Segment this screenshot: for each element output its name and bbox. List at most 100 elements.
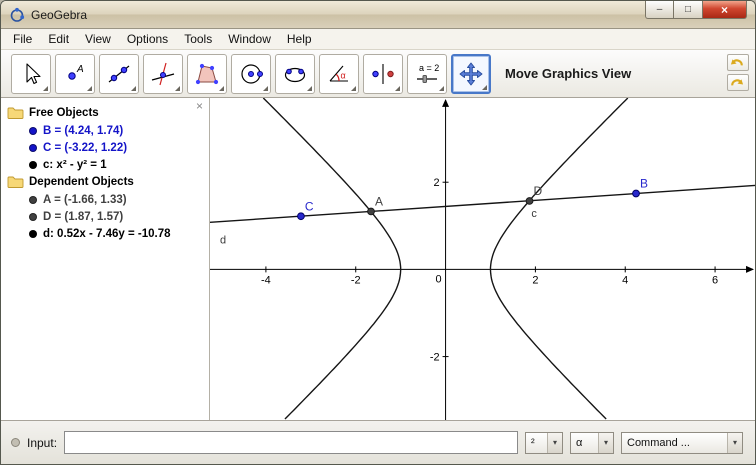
algebra-item-text: D = (1.87, 1.57): [43, 211, 123, 223]
input-label: Input:: [27, 436, 57, 450]
tool-options-arrow-icon[interactable]: [87, 86, 92, 91]
toolbar: Aα a = 2 Move Graphics View: [1, 50, 755, 98]
menu-view[interactable]: View: [77, 30, 119, 48]
greek-dropdown-value: α: [576, 437, 582, 449]
tool-options-arrow-icon[interactable]: [263, 86, 268, 91]
algebra-view: × Free Objects B = (4.24, 1.74) C = (-3.22…: [1, 98, 210, 420]
slider-icon: a = 2: [414, 61, 440, 87]
point-D[interactable]: [526, 198, 533, 205]
tool-options-arrow-icon[interactable]: [439, 86, 444, 91]
algebra-item-text: d: 0.52x - 7.46y = -10.78: [43, 228, 171, 240]
menu-help[interactable]: Help: [279, 30, 320, 48]
object-visibility-marker-icon[interactable]: [29, 230, 37, 238]
conic-through-points-icon: [282, 61, 308, 87]
line-d: [210, 185, 755, 222]
tool-options-arrow-icon[interactable]: [482, 85, 487, 90]
algebra-close-icon[interactable]: ×: [196, 100, 203, 112]
active-tool-label: Move Graphics View: [505, 66, 631, 81]
geogebra-window: GeoGebra – □ × FileEditViewOptionsToolsW…: [0, 0, 756, 465]
point-label-A: A: [375, 195, 383, 209]
line-through-two-points-icon: [106, 61, 132, 87]
algebra-section-free-objects[interactable]: Free Objects: [1, 104, 209, 122]
object-visibility-marker-icon[interactable]: [29, 213, 37, 221]
object-visibility-marker-icon[interactable]: [29, 144, 37, 152]
maximize-button[interactable]: □: [674, 1, 702, 19]
menu-file[interactable]: File: [5, 30, 40, 48]
close-button[interactable]: ×: [702, 1, 747, 19]
algebra-item-text: A = (-1.66, 1.33): [43, 194, 127, 206]
object-visibility-marker-icon[interactable]: [29, 127, 37, 135]
svg-text:α: α: [341, 70, 346, 80]
algebra-section-dependent-objects[interactable]: Dependent Objects: [1, 173, 209, 191]
tool-button-polygon[interactable]: [187, 54, 227, 94]
redo-button[interactable]: [727, 74, 749, 91]
object-visibility-marker-icon[interactable]: [29, 161, 37, 169]
algebra-item[interactable]: A = (-1.66, 1.33): [1, 191, 209, 208]
angle-icon: α: [326, 61, 352, 87]
input-field[interactable]: [64, 431, 518, 454]
algebra-item-text: C = (-3.22, 1.22): [43, 142, 127, 154]
tool-options-arrow-icon[interactable]: [43, 86, 48, 91]
command-dropdown[interactable]: Command ... ▾: [621, 432, 743, 454]
point-B[interactable]: [633, 190, 640, 197]
superscript-dropdown-value: ²: [531, 437, 535, 449]
tool-button-line-through-two-points[interactable]: [99, 54, 139, 94]
new-point-icon: A: [62, 61, 88, 87]
coordinate-plane[interactable]: -4-2246-220cdABCD: [210, 98, 755, 420]
algebra-item[interactable]: D = (1.87, 1.57): [1, 208, 209, 225]
point-C[interactable]: [298, 213, 305, 220]
tool-options-arrow-icon[interactable]: [307, 86, 312, 91]
algebra-item[interactable]: B = (4.24, 1.74): [1, 122, 209, 139]
tool-button-new-point[interactable]: A: [55, 54, 95, 94]
menu-edit[interactable]: Edit: [40, 30, 77, 48]
greek-letter-dropdown[interactable]: α ▾: [570, 432, 614, 454]
algebra-section-title: Free Objects: [29, 107, 99, 119]
tool-options-arrow-icon[interactable]: [395, 86, 400, 91]
menu-options[interactable]: Options: [119, 30, 176, 48]
tool-options-arrow-icon[interactable]: [131, 86, 136, 91]
tool-buttons: Aα a = 2: [11, 54, 491, 94]
tool-options-arrow-icon[interactable]: [175, 86, 180, 91]
menu-window[interactable]: Window: [220, 30, 279, 48]
command-dropdown-value: Command ...: [627, 437, 690, 449]
tool-button-conic-through-points[interactable]: [275, 54, 315, 94]
tool-button-circle-center-point[interactable]: [231, 54, 271, 94]
tool-button-reflect-object[interactable]: [363, 54, 403, 94]
polygon-icon: [194, 61, 220, 87]
input-help-icon[interactable]: [11, 438, 20, 447]
superscript-dropdown[interactable]: ² ▾: [525, 432, 563, 454]
point-label-B: B: [640, 177, 648, 191]
x-tick-label: 4: [622, 274, 628, 286]
algebra-item[interactable]: c: x² - y² = 1: [1, 156, 209, 173]
object-visibility-marker-icon[interactable]: [29, 196, 37, 204]
tool-options-arrow-icon[interactable]: [351, 86, 356, 91]
perpendicular-line-icon: [150, 61, 176, 87]
graphics-view[interactable]: -4-2246-220cdABCD: [210, 98, 755, 420]
minimize-button[interactable]: –: [645, 1, 674, 19]
tool-button-move-graphics-view[interactable]: [451, 54, 491, 94]
titlebar[interactable]: GeoGebra – □ ×: [1, 1, 755, 29]
tool-button-angle[interactable]: α: [319, 54, 359, 94]
undo-button[interactable]: [727, 54, 749, 71]
tool-button-slider[interactable]: a = 2: [407, 54, 447, 94]
y-tick-label: 2: [433, 177, 439, 189]
tool-options-arrow-icon[interactable]: [219, 86, 224, 91]
algebra-item[interactable]: C = (-3.22, 1.22): [1, 139, 209, 156]
folder-icon: [7, 175, 24, 189]
undo-icon: [729, 55, 747, 71]
redo-icon: [729, 75, 747, 91]
circle-center-point-icon: [238, 61, 264, 87]
point-A[interactable]: [368, 208, 375, 215]
chevron-down-icon: ▾: [727, 433, 742, 453]
algebra-item[interactable]: d: 0.52x - 7.46y = -10.78: [1, 225, 209, 242]
y-axis-arrow-icon: [442, 99, 449, 107]
undo-redo-group: [727, 54, 749, 91]
input-bar: Input: ² ▾ α ▾ Command ... ▾: [1, 420, 755, 464]
algebra-item-text: B = (4.24, 1.74): [43, 125, 123, 137]
x-tick-label: 6: [712, 274, 718, 286]
menu-tools[interactable]: Tools: [176, 30, 220, 48]
tool-button-move[interactable]: [11, 54, 51, 94]
main-area: × Free Objects B = (4.24, 1.74) C = (-3.22…: [1, 98, 755, 420]
tool-button-perpendicular-line[interactable]: [143, 54, 183, 94]
x-tick-label: -2: [351, 274, 361, 286]
